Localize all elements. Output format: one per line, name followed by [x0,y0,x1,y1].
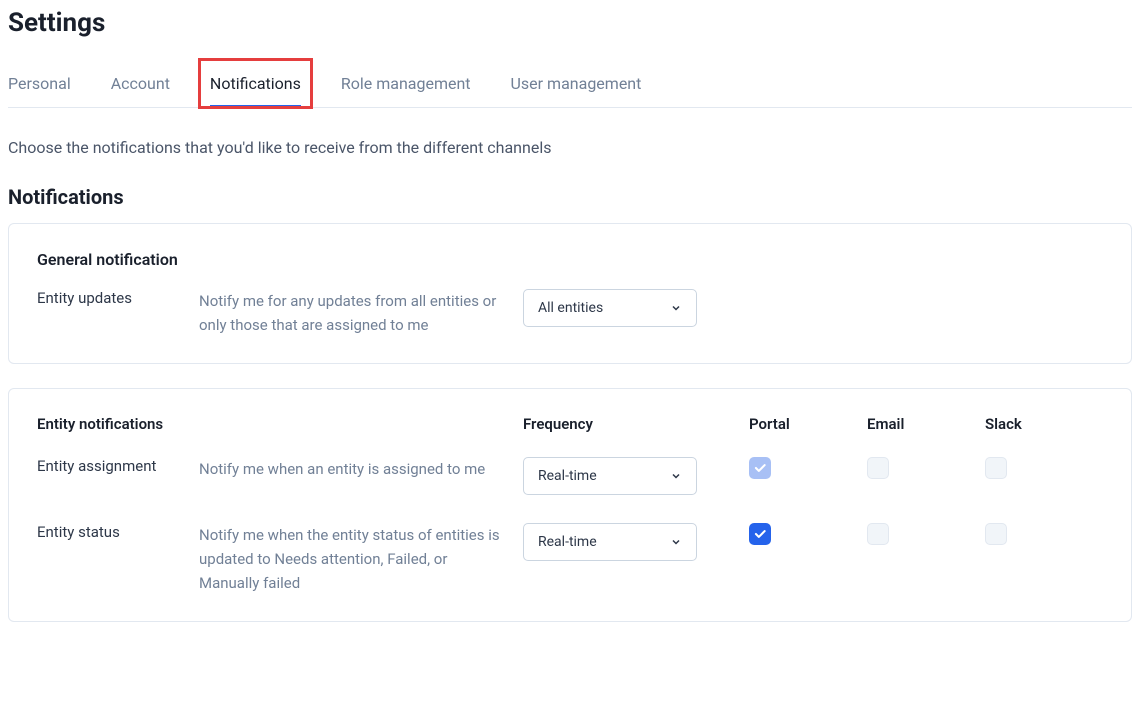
entity-status-desc: Notify me when the entity status of enti… [199,523,523,595]
tab-notifications[interactable]: Notifications [210,66,301,107]
entity-status-email-checkbox[interactable] [867,523,889,545]
chevron-down-icon [670,536,682,548]
tab-user-management[interactable]: User management [511,66,642,107]
entity-assignment-row: Entity assignment Notify me when an enti… [37,457,1103,495]
general-notification-card: General notification Entity updates Noti… [8,223,1132,364]
entity-updates-desc: Notify me for any updates from all entit… [199,289,523,337]
entity-status-label: Entity status [37,523,199,541]
entity-status-slack-checkbox[interactable] [985,523,1007,545]
tab-role-management[interactable]: Role management [341,66,471,107]
check-icon [753,527,767,541]
entity-assignment-email-checkbox[interactable] [867,457,889,479]
entity-updates-label: Entity updates [37,289,199,307]
tab-account[interactable]: Account [111,66,170,107]
col-email: Email [867,415,985,433]
col-portal: Portal [749,415,867,433]
entity-table-header: Entity notifications Frequency Portal Em… [37,415,1103,433]
entity-assignment-frequency-value: Real-time [538,468,597,484]
entity-status-row: Entity status Notify me when the entity … [37,523,1103,595]
chevron-down-icon [670,470,682,482]
tab-personal[interactable]: Personal [8,66,71,107]
page-title: Settings [8,8,1132,38]
col-slack: Slack [985,415,1103,433]
entity-heading: Entity notifications [37,415,199,433]
entity-updates-select[interactable]: All entities [523,289,697,327]
entity-updates-select-value: All entities [538,300,603,316]
entity-updates-row: Entity updates Notify me for any updates… [37,289,1103,337]
entity-status-portal-checkbox[interactable] [749,523,771,545]
general-heading: General notification [37,250,1103,269]
intro-text: Choose the notifications that you'd like… [8,138,1132,157]
chevron-down-icon [670,302,682,314]
entity-notifications-card: Entity notifications Frequency Portal Em… [8,388,1132,622]
entity-assignment-frequency-select[interactable]: Real-time [523,457,697,495]
entity-assignment-slack-checkbox[interactable] [985,457,1007,479]
col-frequency: Frequency [523,415,749,433]
entity-status-frequency-value: Real-time [538,534,597,550]
entity-status-frequency-select[interactable]: Real-time [523,523,697,561]
entity-assignment-desc: Notify me when an entity is assigned to … [199,457,523,481]
tabs-bar: Personal Account Notifications Role mana… [8,66,1132,108]
section-title: Notifications [8,185,1132,209]
entity-assignment-portal-checkbox[interactable] [749,457,771,479]
check-icon [753,461,767,475]
entity-assignment-label: Entity assignment [37,457,199,475]
